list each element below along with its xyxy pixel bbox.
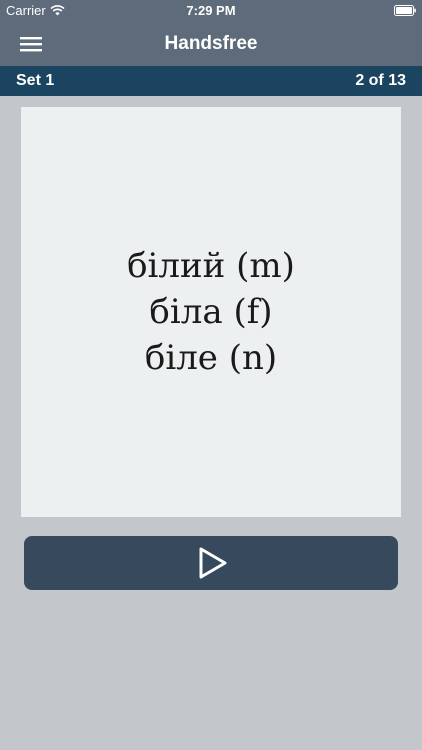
flashcard-line-feminine: біла (f) xyxy=(149,292,273,332)
set-name: Set 1 xyxy=(16,72,55,89)
status-time: 7:29 PM xyxy=(186,3,236,18)
page-title: Handsfree xyxy=(164,33,258,54)
battery-icon xyxy=(394,5,416,16)
set-bar: Set 1 2 of 13 xyxy=(0,66,422,96)
flashcard-line-masculine: білий (m) xyxy=(127,246,295,286)
play-button[interactable] xyxy=(24,536,398,590)
set-progress: 2 of 13 xyxy=(355,72,406,89)
status-bar: Carrier 7:29 PM xyxy=(0,0,422,22)
nav-bar: Handsfree xyxy=(0,22,422,66)
flashcard[interactable]: білий (m) біла (f) біле (n) xyxy=(21,107,401,517)
play-icon xyxy=(199,547,227,579)
flashcard-line-neuter: біле (n) xyxy=(144,338,278,378)
